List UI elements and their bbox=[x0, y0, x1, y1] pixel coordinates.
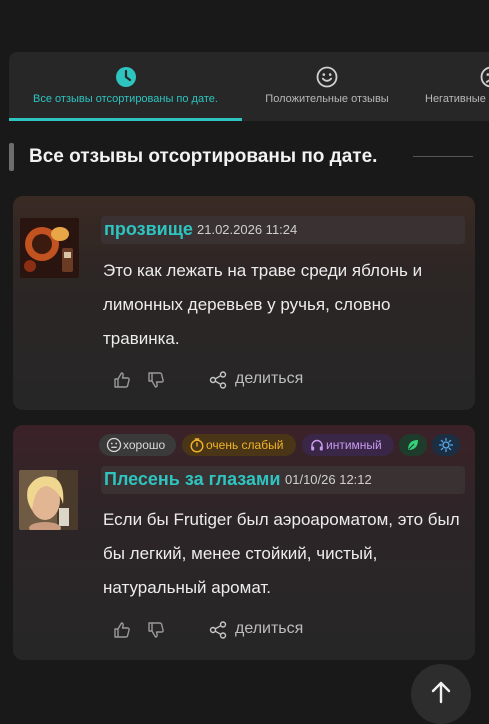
tab-negative-reviews[interactable]: Негативные отзывы bbox=[412, 52, 489, 121]
username[interactable]: прозвище bbox=[104, 219, 193, 240]
tag-label: очень слабый bbox=[206, 434, 283, 456]
headphones-icon bbox=[309, 437, 325, 453]
thumbs-down-icon[interactable] bbox=[147, 371, 165, 389]
clock-icon bbox=[115, 66, 137, 88]
tag-label: хорошо bbox=[123, 434, 165, 456]
tag-rating: хорошо bbox=[99, 434, 176, 456]
frown-icon bbox=[480, 66, 489, 88]
tab-bar: Все отзывы отсортированы по дате. Положи… bbox=[9, 52, 489, 121]
share-button[interactable]: делиться bbox=[235, 370, 303, 388]
review-date: 01/10/26 12:12 bbox=[285, 472, 372, 487]
section-header: Все отзывы отсортированы по дате. bbox=[9, 143, 489, 171]
review-card: хорошо очень слабый интимный bbox=[13, 425, 475, 660]
smile-icon bbox=[316, 66, 338, 88]
share-icon[interactable] bbox=[209, 621, 227, 639]
tab-active-indicator bbox=[9, 118, 242, 121]
tag-time-of-day bbox=[432, 434, 460, 456]
scroll-to-top-button[interactable] bbox=[411, 664, 471, 724]
avatar-image bbox=[20, 218, 79, 278]
divider bbox=[413, 156, 473, 157]
review-card: прозвище 21.02.2026 11:24 Это как лежать… bbox=[13, 196, 475, 410]
thumbs-up-icon[interactable] bbox=[113, 621, 131, 639]
tag-longevity: очень слабый bbox=[182, 434, 296, 456]
tag-label: интимный bbox=[326, 434, 382, 456]
timer-icon bbox=[189, 437, 205, 453]
tab-all-reviews[interactable]: Все отзывы отсортированы по дате. bbox=[9, 52, 242, 121]
arrow-up-icon bbox=[429, 680, 453, 704]
avatar[interactable] bbox=[19, 470, 78, 530]
thumbs-up-icon[interactable] bbox=[113, 371, 131, 389]
tab-label: Все отзывы отсортированы по дате. bbox=[9, 93, 242, 105]
tab-label: Положительные отзывы bbox=[242, 93, 412, 105]
review-header: Плесень за глазами 01/10/26 12:12 bbox=[101, 466, 465, 494]
tag-season bbox=[399, 434, 427, 456]
leaf-icon bbox=[405, 437, 421, 453]
avatar[interactable] bbox=[20, 218, 79, 278]
page-title: Все отзывы отсортированы по дате. bbox=[29, 146, 377, 168]
tag-sillage: интимный bbox=[302, 434, 394, 456]
review-date: 21.02.2026 11:24 bbox=[197, 222, 297, 237]
section-marker bbox=[9, 143, 14, 171]
neutral-face-icon bbox=[106, 437, 122, 453]
sun-icon bbox=[438, 437, 454, 453]
tab-positive-reviews[interactable]: Положительные отзывы bbox=[242, 52, 412, 121]
tab-label: Негативные отзывы bbox=[425, 93, 489, 105]
review-text: Это как лежать на траве среди яблонь и л… bbox=[103, 254, 471, 356]
thumbs-down-icon[interactable] bbox=[147, 621, 165, 639]
share-icon[interactable] bbox=[209, 371, 227, 389]
avatar-image bbox=[19, 470, 78, 530]
username[interactable]: Плесень за глазами bbox=[104, 469, 280, 490]
review-header: прозвище 21.02.2026 11:24 bbox=[101, 216, 465, 244]
share-button[interactable]: делиться bbox=[235, 620, 303, 638]
review-text: Если бы Frutiger был аэроароматом, это б… bbox=[103, 503, 471, 605]
review-actions: делиться bbox=[111, 619, 371, 643]
review-actions: делиться bbox=[111, 369, 371, 393]
